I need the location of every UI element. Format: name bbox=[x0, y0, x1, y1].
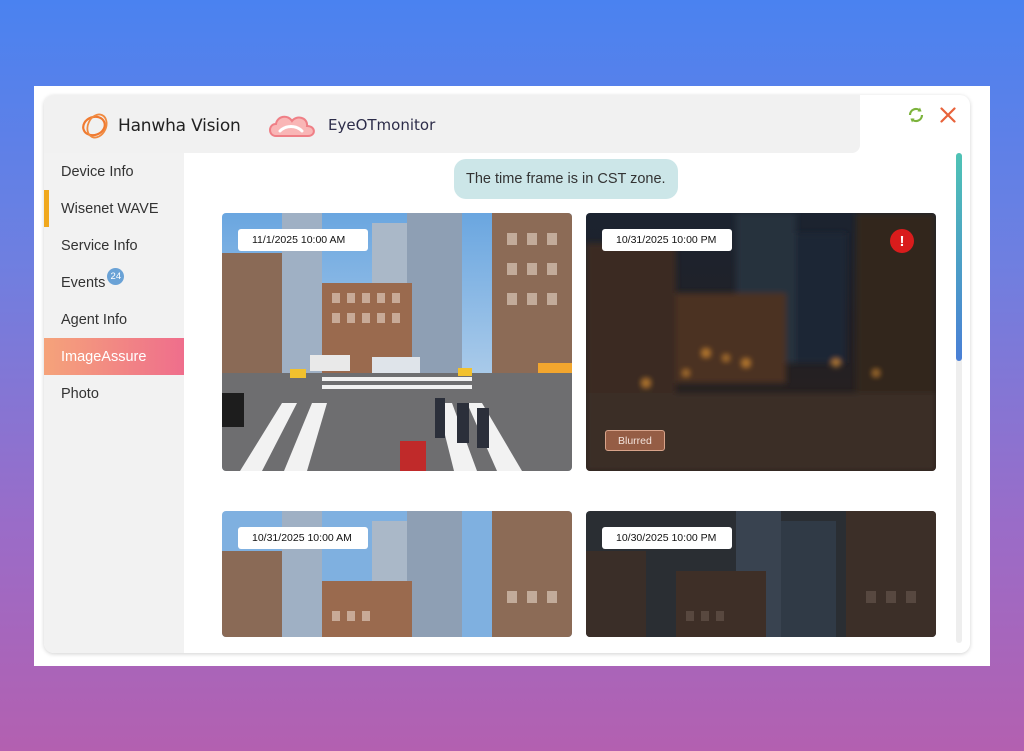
snapshot-card[interactable]: 10/31/2025 10:00 PM ! Blurred bbox=[586, 213, 936, 471]
imageassure-content: The time frame is in CST zone. 11/1/2025… bbox=[184, 153, 970, 653]
blurred-status-tag: Blurred bbox=[605, 430, 665, 451]
sidebar-item-label: Wisenet WAVE bbox=[61, 200, 159, 217]
device-panel: Hanwha Vision EyeOTmonitor Device Info W… bbox=[44, 95, 970, 653]
sidebar-item-label: Events bbox=[61, 274, 106, 291]
sidebar-item-label: Service Info bbox=[61, 237, 138, 254]
header-actions bbox=[906, 105, 958, 125]
snapshot-timestamp: 10/30/2025 10:00 PM bbox=[602, 527, 732, 549]
snapshot-timestamp: 10/31/2025 10:00 AM bbox=[238, 527, 368, 549]
sidebar-nav: Device Info Wisenet WAVE Service Info Ev… bbox=[44, 153, 184, 653]
sidebar-item-service-info[interactable]: Service Info bbox=[44, 227, 184, 264]
sidebar-item-imageassure[interactable]: ImageAssure bbox=[44, 338, 184, 375]
hanwha-vision-logo: Hanwha Vision bbox=[80, 111, 241, 141]
vertical-scrollbar[interactable] bbox=[956, 153, 962, 643]
sidebar-item-label: Photo bbox=[61, 385, 99, 402]
refresh-icon[interactable] bbox=[906, 105, 926, 125]
sidebar-item-device-info[interactable]: Device Info bbox=[44, 153, 184, 190]
sidebar-item-agent-info[interactable]: Agent Info bbox=[44, 301, 184, 338]
sidebar-item-events[interactable]: Events 24 bbox=[44, 264, 184, 301]
snapshot-timestamp: 11/1/2025 10:00 AM bbox=[238, 229, 368, 251]
street-camera-image bbox=[222, 213, 572, 471]
scrollbar-thumb[interactable] bbox=[956, 153, 962, 361]
snapshot-card[interactable]: 11/1/2025 10:00 AM bbox=[222, 213, 572, 471]
eyeotmonitor-logo: EyeOTmonitor bbox=[266, 110, 435, 140]
hanwha-brand-text: Hanwha Vision bbox=[118, 116, 241, 136]
eyeotmonitor-brand-text: EyeOTmonitor bbox=[328, 116, 436, 134]
sidebar-item-label: ImageAssure bbox=[61, 348, 147, 365]
sidebar-item-label: Device Info bbox=[61, 163, 134, 180]
hanwha-swirl-icon bbox=[82, 113, 108, 139]
sidebar-item-photo[interactable]: Photo bbox=[44, 375, 184, 412]
timezone-notice: The time frame is in CST zone. bbox=[454, 159, 678, 199]
sidebar-item-wisenet-wave[interactable]: Wisenet WAVE bbox=[44, 190, 184, 227]
close-icon[interactable] bbox=[938, 105, 958, 125]
events-count-badge: 24 bbox=[107, 268, 125, 285]
snapshot-card[interactable]: 10/31/2025 10:00 AM bbox=[222, 511, 572, 637]
cloud-icon bbox=[269, 115, 315, 137]
snapshot-card[interactable]: 10/30/2025 10:00 PM bbox=[586, 511, 936, 637]
panel-header: Hanwha Vision EyeOTmonitor bbox=[44, 95, 860, 153]
warning-icon[interactable]: ! bbox=[890, 229, 914, 253]
snapshot-timestamp: 10/31/2025 10:00 PM bbox=[602, 229, 732, 251]
sidebar-item-label: Agent Info bbox=[61, 311, 128, 328]
